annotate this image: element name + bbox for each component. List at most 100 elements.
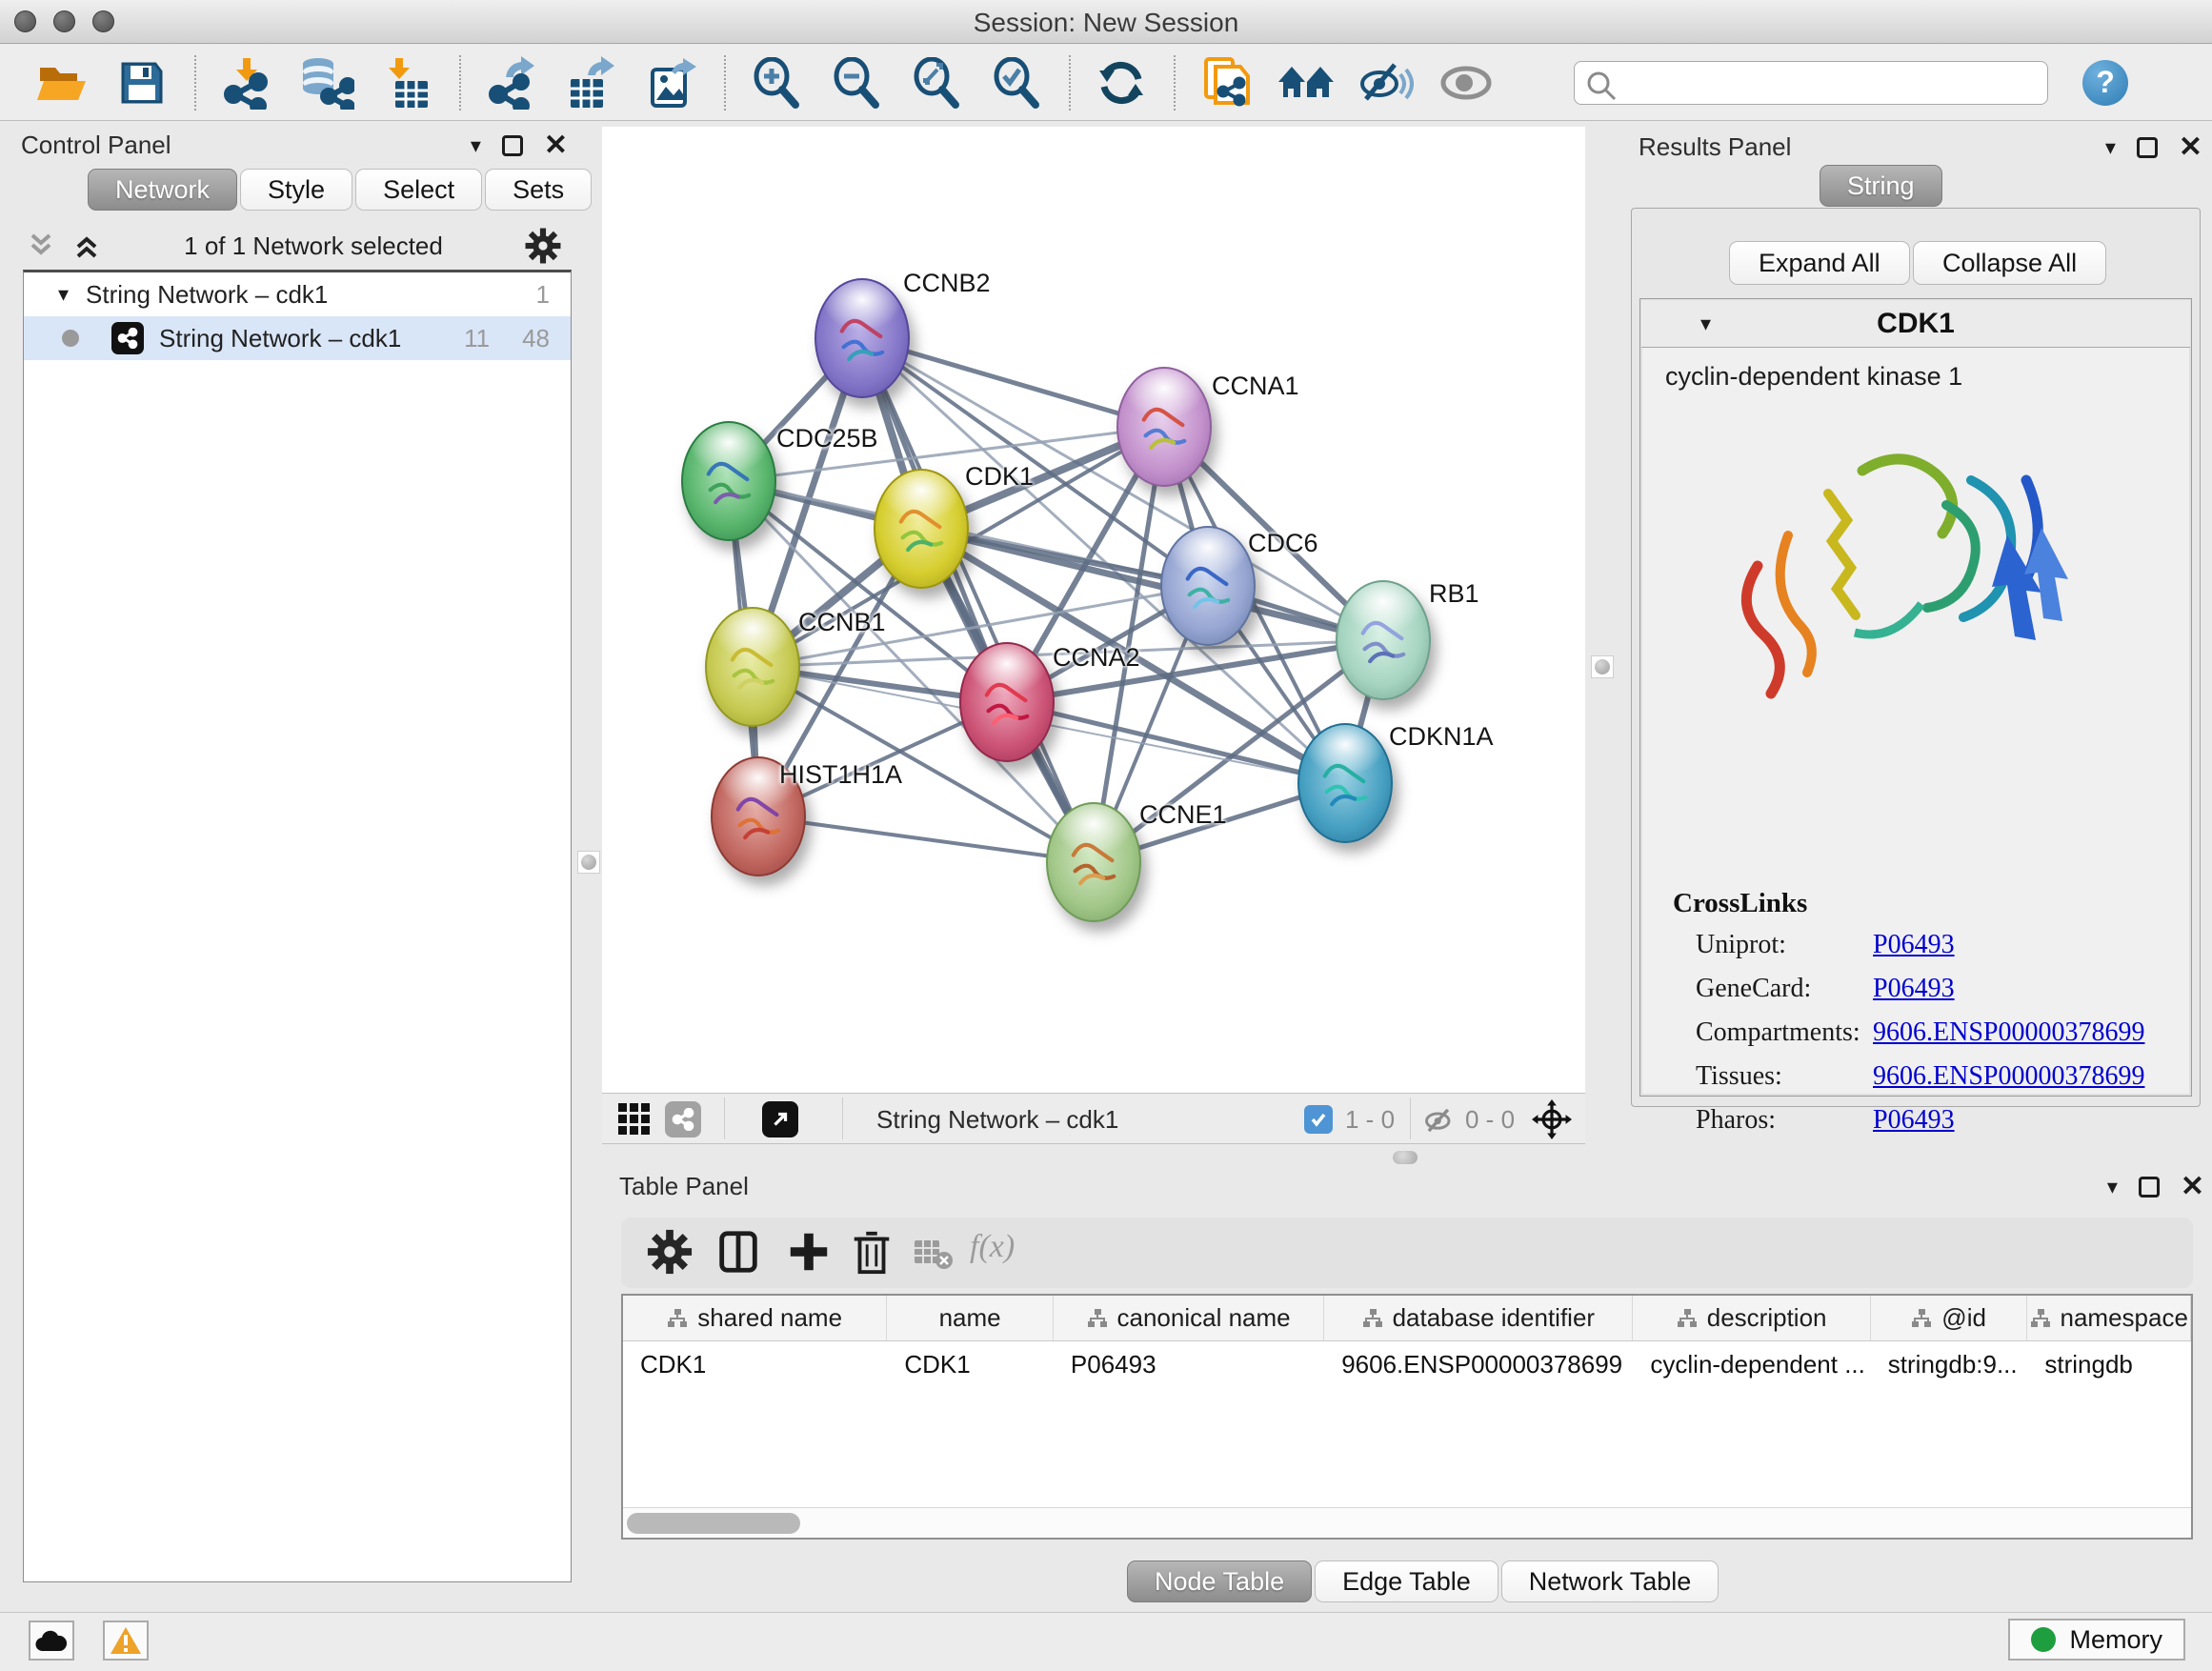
- node-CCNA2[interactable]: [959, 642, 1055, 762]
- node-CCNB2[interactable]: [814, 278, 910, 398]
- delete-table-icon[interactable]: [913, 1237, 955, 1271]
- column-header-description[interactable]: description: [1633, 1296, 1870, 1340]
- expand-all-button[interactable]: Expand All: [1729, 241, 1910, 285]
- node-CDC25B[interactable]: [681, 421, 776, 541]
- tab-network[interactable]: Network: [88, 169, 237, 211]
- close-panel-icon[interactable]: ✕: [2181, 1177, 2204, 1198]
- houses-button[interactable]: [1277, 52, 1336, 113]
- tab-style[interactable]: Style: [240, 169, 352, 211]
- network-options-gear-icon[interactable]: [524, 227, 562, 265]
- add-column-icon[interactable]: [785, 1228, 833, 1276]
- warnings-button[interactable]: [103, 1621, 149, 1661]
- export-network-button[interactable]: [482, 52, 541, 113]
- zoom-selected-button[interactable]: [987, 52, 1046, 113]
- show-graphics-details-button[interactable]: [1437, 52, 1496, 113]
- cell-description[interactable]: cyclin-dependent ...: [1633, 1341, 1870, 1387]
- tab-network-table[interactable]: Network Table: [1501, 1560, 1719, 1602]
- crosslink-link[interactable]: 9606.ENSP00000378699: [1873, 1061, 2144, 1092]
- right-splitter-handle[interactable]: [1591, 655, 1614, 678]
- scrollbar-thumb[interactable]: [627, 1513, 800, 1534]
- column-header-canonicalname[interactable]: canonical name: [1054, 1296, 1324, 1340]
- zoom-fit-button[interactable]: [907, 52, 966, 113]
- table-options-gear-icon[interactable]: [646, 1228, 694, 1276]
- memory-button[interactable]: Memory: [2008, 1619, 2185, 1661]
- hide-unhide-button[interactable]: [1357, 52, 1416, 113]
- crosslink-link[interactable]: P06493: [1873, 930, 1955, 960]
- network-canvas[interactable]: CCNB2CCNA1CDC25BCDK1CDC6RB1CCNB1CCNA2CDK…: [602, 127, 1585, 1093]
- help-button[interactable]: ?: [2082, 60, 2128, 106]
- hidden-eye-slash-icon[interactable]: [1423, 1106, 1456, 1135]
- close-panel-icon[interactable]: ✕: [2179, 137, 2202, 158]
- export-image-button[interactable]: [642, 52, 701, 113]
- import-database-icon: [299, 56, 354, 110]
- column-header-sharedname[interactable]: shared name: [623, 1296, 887, 1340]
- zoom-out-button[interactable]: [827, 52, 886, 113]
- save-session-button[interactable]: [112, 52, 171, 113]
- import-network-from-database-button[interactable]: [297, 52, 356, 113]
- node-CDK1[interactable]: [874, 469, 969, 589]
- float-panel-icon[interactable]: [502, 135, 523, 156]
- table-horizontal-scrollbar[interactable]: [623, 1507, 2191, 1538]
- node-CCNB1[interactable]: [705, 607, 800, 727]
- delete-column-icon[interactable]: [850, 1228, 894, 1276]
- apply-layout-button[interactable]: [1092, 52, 1151, 113]
- close-panel-icon[interactable]: ✕: [544, 135, 568, 156]
- function-builder-button[interactable]: f(x): [970, 1229, 1015, 1265]
- zoom-in-button[interactable]: [747, 52, 806, 113]
- tab-edge-table[interactable]: Edge Table: [1315, 1560, 1498, 1602]
- cell-id[interactable]: stringdb:9...: [1871, 1341, 2028, 1387]
- node-CDC6[interactable]: [1160, 526, 1256, 646]
- clone-network-button[interactable]: [1196, 52, 1256, 113]
- column-header-name[interactable]: name: [887, 1296, 1054, 1340]
- cell-namespace[interactable]: stringdb: [2027, 1341, 2191, 1387]
- tab-select[interactable]: Select: [355, 169, 482, 211]
- cell-databaseidentifier[interactable]: 9606.ENSP00000378699: [1324, 1341, 1633, 1387]
- panel-menu-icon[interactable]: ▾: [2107, 1175, 2118, 1199]
- bottom-splitter-handle[interactable]: [1393, 1151, 1418, 1164]
- selected-checkbox-icon[interactable]: [1304, 1105, 1333, 1134]
- cell-canonicalname[interactable]: P06493: [1054, 1341, 1324, 1387]
- open-session-button[interactable]: [32, 52, 91, 113]
- cell-name[interactable]: CDK1: [887, 1341, 1054, 1387]
- expand-all-chevrons-icon[interactable]: [25, 232, 57, 260]
- table-row[interactable]: CDK1CDK1P064939606.ENSP00000378699cyclin…: [623, 1341, 2191, 1387]
- node-RB1[interactable]: [1336, 580, 1431, 700]
- gene-header[interactable]: ▾ CDK1: [1641, 300, 2190, 348]
- import-table-from-file-button[interactable]: [377, 52, 436, 113]
- left-splitter-handle[interactable]: [577, 851, 600, 874]
- column-header-namespace[interactable]: namespace: [2027, 1296, 2191, 1340]
- edge-HIST1H1A-CCNE1[interactable]: [758, 816, 1094, 862]
- network-share-icon[interactable]: [665, 1101, 701, 1137]
- crosslink-link[interactable]: P06493: [1873, 974, 1955, 1004]
- float-panel-icon[interactable]: [2139, 1177, 2160, 1198]
- search-input[interactable]: [1574, 61, 2048, 105]
- collapse-collection-icon[interactable]: ▾: [58, 282, 69, 307]
- column-header-databaseidentifier[interactable]: database identifier: [1324, 1296, 1633, 1340]
- cell-sharedname[interactable]: CDK1: [623, 1341, 887, 1387]
- grid-view-icon[interactable]: [617, 1102, 652, 1137]
- export-table-button[interactable]: [562, 52, 621, 113]
- panel-menu-icon[interactable]: ▾: [2105, 135, 2116, 160]
- panel-menu-icon[interactable]: ▾: [471, 133, 481, 158]
- tab-string[interactable]: String: [1820, 165, 1942, 207]
- tab-sets[interactable]: Sets: [485, 169, 592, 211]
- network-collection-row[interactable]: ▾ String Network – cdk1 1: [24, 272, 571, 316]
- cloud-status-button[interactable]: [29, 1621, 74, 1661]
- gene-symbol: CDK1: [1641, 308, 2190, 340]
- crosslink-link[interactable]: 9606.ENSP00000378699: [1873, 1017, 2144, 1048]
- birds-eye-crosshair-icon[interactable]: [1532, 1099, 1572, 1139]
- tab-node-table[interactable]: Node Table: [1127, 1560, 1312, 1602]
- import-network-from-file-button[interactable]: [217, 52, 276, 113]
- node-CDKN1A[interactable]: [1297, 723, 1393, 843]
- crosslink-link[interactable]: P06493: [1873, 1105, 1955, 1136]
- collapse-all-chevrons-icon[interactable]: [70, 232, 103, 260]
- show-columns-icon[interactable]: [714, 1228, 762, 1276]
- network-row-selected[interactable]: String Network – cdk1 11 48: [24, 316, 571, 360]
- node-CCNE1[interactable]: [1046, 802, 1141, 922]
- edge-CCNA2-CDKN1A[interactable]: [1007, 702, 1345, 783]
- node-CCNA1[interactable]: [1116, 367, 1212, 487]
- collapse-all-button[interactable]: Collapse All: [1913, 241, 2106, 285]
- column-header-id[interactable]: @id: [1871, 1296, 2028, 1340]
- float-panel-icon[interactable]: [2137, 137, 2158, 158]
- detach-view-icon[interactable]: [762, 1101, 798, 1137]
